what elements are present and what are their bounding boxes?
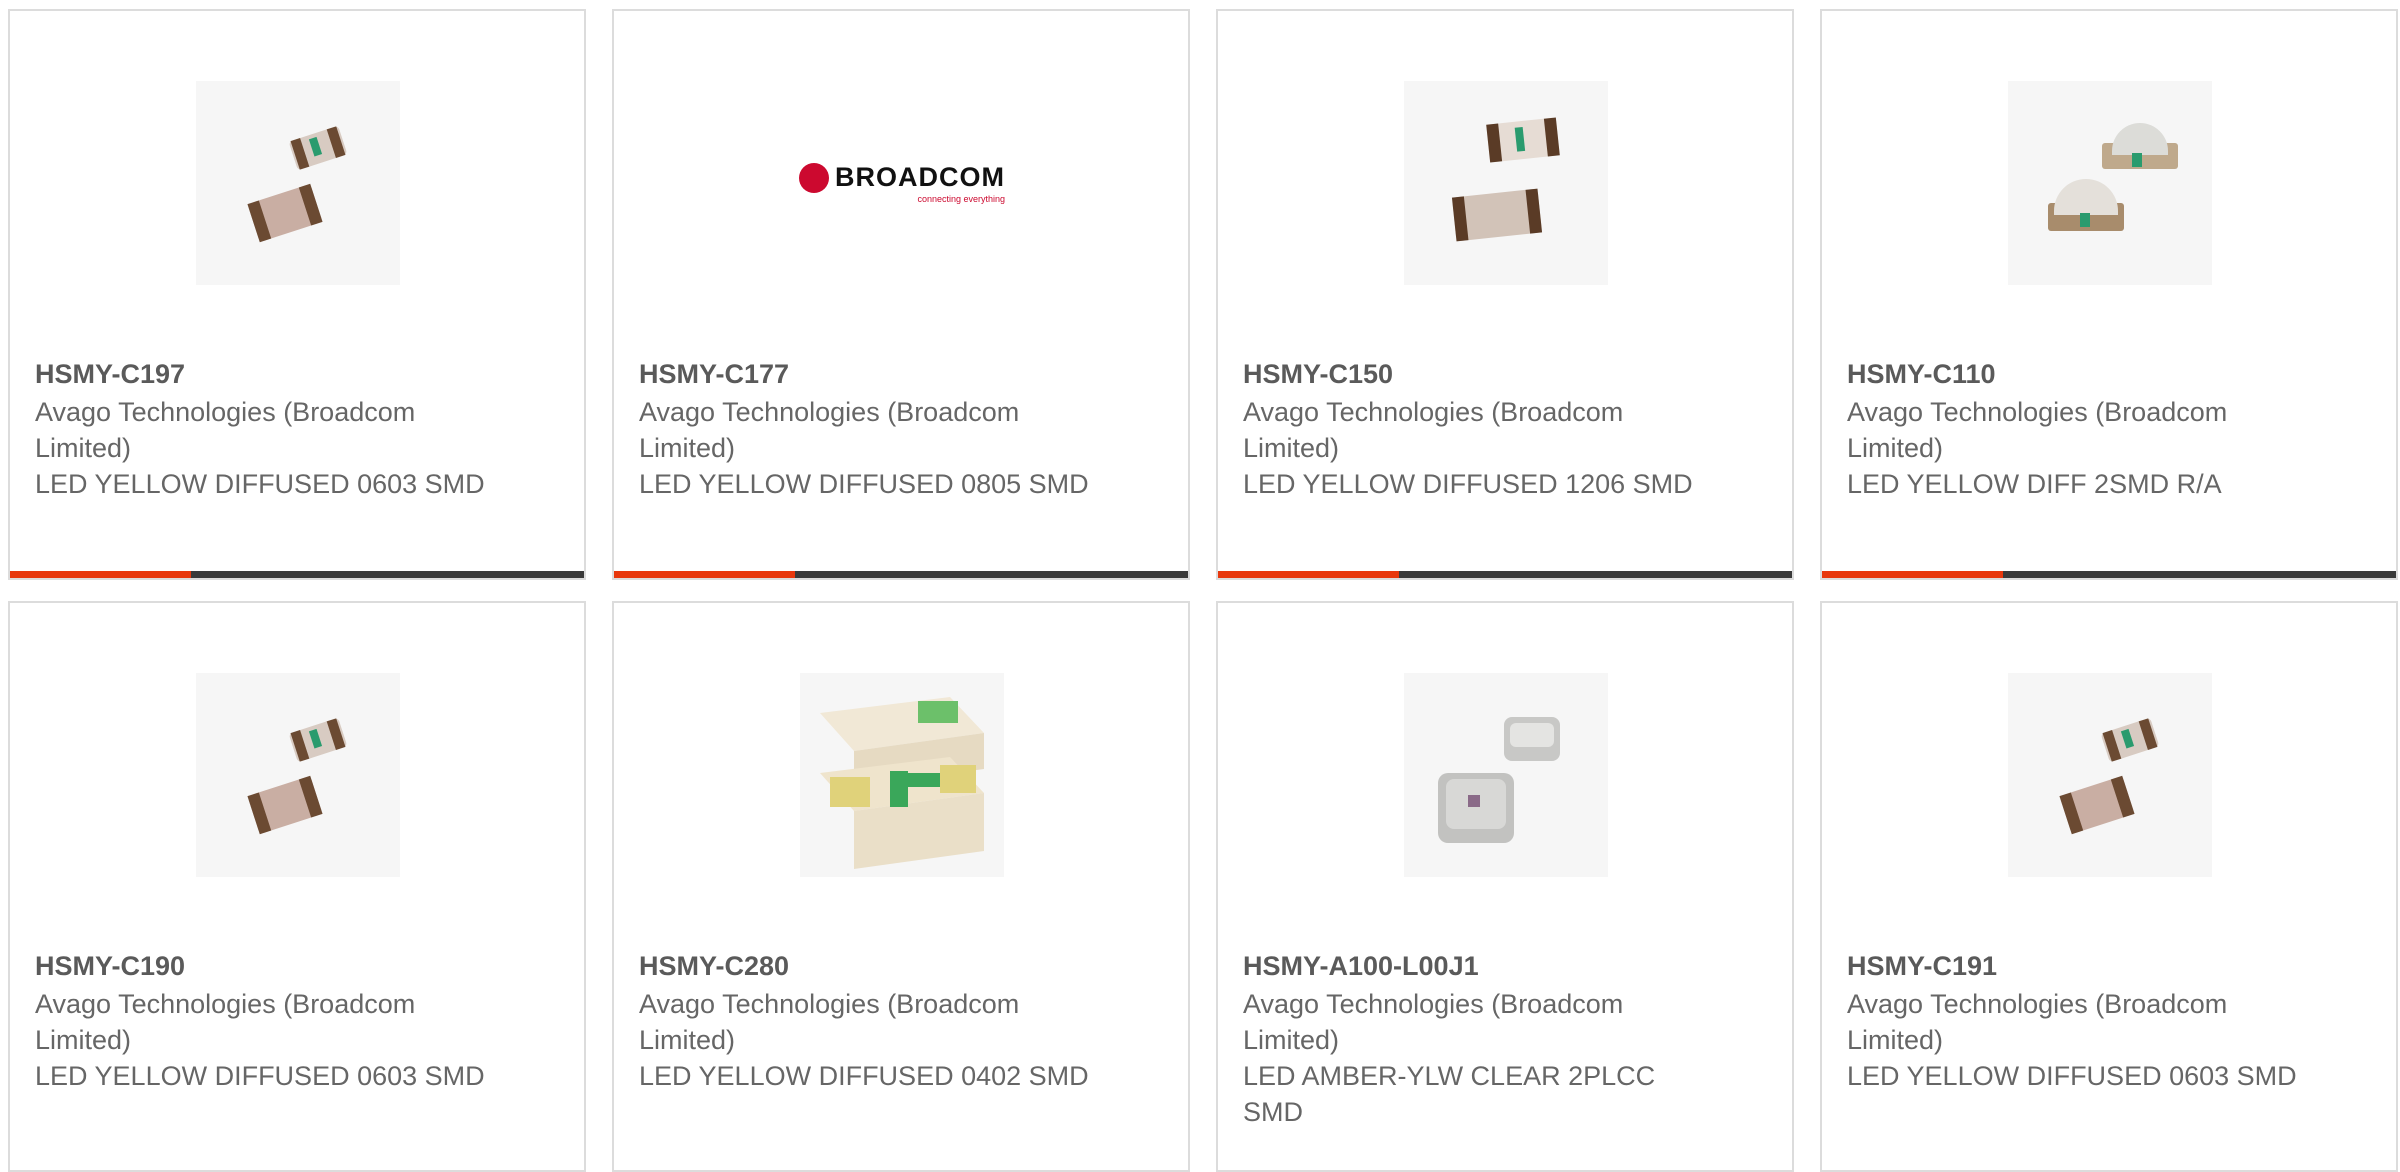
product-card[interactable]: HSMY-C191 Avago Technologies (Broadcom L… [1820,601,2398,1172]
card-accent-bar [10,571,191,578]
product-info: HSMY-C197 Avago Technologies (Broadcom L… [35,354,485,502]
led-smd-pair-icon [196,81,400,285]
product-info: HSMY-C191 Avago Technologies (Broadcom L… [1847,946,2297,1094]
product-info: HSMY-A100-L00J1 Avago Technologies (Broa… [1243,946,1693,1130]
manufacturer-label: Avago Technologies (Broadcom Limited) [639,989,1020,1055]
broadcom-logo: BROADCOM connecting everything [799,81,1005,285]
part-number-link[interactable]: HSMY-C191 [1847,946,2297,986]
product-info: HSMY-C110 Avago Technologies (Broadcom L… [1847,354,2297,502]
description-label: LED AMBER-YLW CLEAR 2PLCC SMD [1243,1061,1656,1127]
product-card[interactable]: HSMY-A100-L00J1 Avago Technologies (Broa… [1216,601,1794,1172]
led-plcc-icon [1404,673,1608,877]
manufacturer-label: Avago Technologies (Broadcom Limited) [1847,397,2228,463]
product-info: HSMY-C177 Avago Technologies (Broadcom L… [639,354,1089,502]
description-label: LED YELLOW DIFFUSED 0603 SMD [1847,1061,2297,1091]
product-info: HSMY-C190 Avago Technologies (Broadcom L… [35,946,485,1094]
part-number-link[interactable]: HSMY-C190 [35,946,485,986]
description-label: LED YELLOW DIFFUSED 1206 SMD [1243,469,1693,499]
card-bottom-bar [1822,571,2396,578]
card-bottom-bar [1218,571,1792,578]
part-number-link[interactable]: HSMY-C110 [1847,354,2297,394]
card-accent-bar [614,571,795,578]
card-accent-bar [1822,571,2003,578]
card-bottom-bar [10,571,584,578]
description-label: LED YELLOW DIFFUSED 0805 SMD [639,469,1089,499]
part-number-link[interactable]: HSMY-C280 [639,946,1089,986]
broadcom-wordmark: BROADCOM [835,162,1005,192]
description-label: LED YELLOW DIFFUSED 0603 SMD [35,1061,485,1091]
manufacturer-label: Avago Technologies (Broadcom Limited) [1847,989,2228,1055]
manufacturer-label: Avago Technologies (Broadcom Limited) [1243,397,1624,463]
product-grid: HSMY-C197 Avago Technologies (Broadcom L… [8,9,2400,1172]
card-bottom-bar [614,571,1188,578]
product-info: HSMY-C150 Avago Technologies (Broadcom L… [1243,354,1693,502]
part-number-link[interactable]: HSMY-A100-L00J1 [1243,946,1693,986]
description-label: LED YELLOW DIFFUSED 0603 SMD [35,469,485,499]
manufacturer-label: Avago Technologies (Broadcom Limited) [639,397,1020,463]
manufacturer-label: Avago Technologies (Broadcom Limited) [35,397,416,463]
manufacturer-label: Avago Technologies (Broadcom Limited) [35,989,416,1055]
part-number-link[interactable]: HSMY-C150 [1243,354,1693,394]
description-label: LED YELLOW DIFF 2SMD R/A [1847,469,2222,499]
product-info: HSMY-C280 Avago Technologies (Broadcom L… [639,946,1089,1094]
broadcom-mark-icon [799,162,829,193]
manufacturer-label: Avago Technologies (Broadcom Limited) [1243,989,1624,1055]
product-card[interactable]: HSMY-C190 Avago Technologies (Broadcom L… [8,601,586,1172]
description-label: LED YELLOW DIFFUSED 0402 SMD [639,1061,1089,1091]
product-card[interactable]: HSMY-C110 Avago Technologies (Broadcom L… [1820,9,2398,580]
broadcom-tagline: connecting everything [917,194,1005,204]
part-number-link[interactable]: HSMY-C177 [639,354,1089,394]
led-smd-pair-icon [2008,673,2212,877]
product-card[interactable]: HSMY-C150 Avago Technologies (Broadcom L… [1216,9,1794,580]
led-chip-closeup-icon [800,673,1004,877]
product-card[interactable]: HSMY-C197 Avago Technologies (Broadcom L… [8,9,586,580]
part-number-link[interactable]: HSMY-C197 [35,354,485,394]
led-smd-pair-icon [1404,81,1608,285]
product-card[interactable]: HSMY-C280 Avago Technologies (Broadcom L… [612,601,1190,1172]
card-accent-bar [1218,571,1399,578]
led-smd-pair-icon [196,673,400,877]
led-right-angle-icon [2008,81,2212,285]
product-card[interactable]: BROADCOM connecting everything HSMY-C177… [612,9,1190,580]
